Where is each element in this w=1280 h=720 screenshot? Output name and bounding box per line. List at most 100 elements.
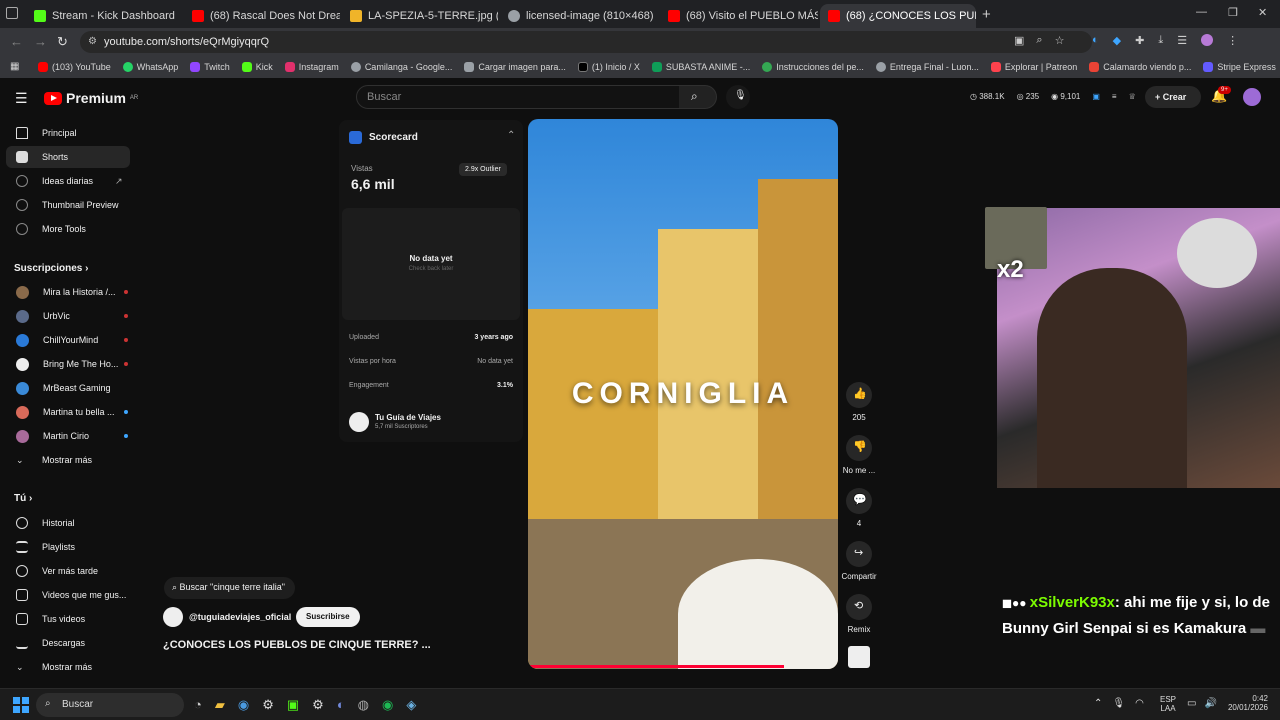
install-icon[interactable]: ▣ (1014, 34, 1024, 47)
close-icon[interactable]: ✕ (181, 10, 182, 23)
gear-icon[interactable]: ⚙ (312, 697, 324, 713)
discord-icon[interactable]: ◐ (337, 697, 345, 713)
vidiq-icon[interactable]: ▣ (1092, 92, 1100, 101)
extension-icon[interactable]: ◆ (1113, 34, 1121, 47)
task-view-icon[interactable]: ◔ (194, 697, 202, 713)
share-button[interactable]: ↪ (846, 541, 872, 567)
language-indicator[interactable]: ESP LAA (1160, 695, 1176, 713)
reload-button[interactable]: ↻ (57, 34, 68, 50)
sidebar-sub-urbvic[interactable]: UrbVic (6, 305, 130, 327)
sidebar-sub-martina[interactable]: Martina tu bella ... (6, 401, 130, 423)
tab-conoces-pueblos[interactable]: (68) ¿CONOCES LOS PUEBL🔊✕ (820, 4, 976, 28)
sidebar-sub-bring-me-the-horizon[interactable]: Bring Me The Ho... (6, 353, 130, 375)
spotify-icon[interactable]: ◉ (382, 697, 393, 713)
extension-icon[interactable]: ◐ (1092, 34, 1099, 47)
like-button[interactable]: 👍 (846, 382, 872, 408)
maximize-button[interactable]: ❐ (1228, 6, 1238, 19)
site-info-icon[interactable]: ⚙ (88, 36, 97, 47)
voice-search-button[interactable]: 🎙 (726, 85, 750, 109)
short-title[interactable]: ¿CONOCES LOS PUEBLOS DE CINQUE TERRE? ..… (163, 639, 431, 651)
address-bar[interactable]: ⚙ youtube.com/shorts/eQrMgiyqqrQ (80, 31, 1092, 53)
zoom-icon[interactable]: ⌕ (1036, 34, 1042, 47)
sidebar-show-more-you[interactable]: ⌄ Mostrar más (6, 656, 130, 678)
tab-kick-dashboard[interactable]: Stream - Kick Dashboard✕ (26, 4, 182, 28)
sidebar-item-liked-videos[interactable]: Videos que me gus... (6, 584, 130, 606)
apps-icon[interactable]: ▦ (10, 61, 19, 72)
channel-name[interactable]: Tu Guía de Viajes (375, 413, 441, 422)
download-icon[interactable]: ⤓ (1158, 34, 1163, 47)
progress-bar[interactable] (528, 665, 784, 668)
sidebar-item-thumbnail-preview[interactable]: Thumbnail Preview (6, 194, 130, 216)
mic-icon[interactable]: 🎙 (1112, 698, 1125, 709)
sidebar-item-playlists[interactable]: Playlists (6, 536, 130, 558)
bookmark-kick[interactable]: Kick (241, 62, 273, 72)
sidebar-sub-mrbeast-gaming[interactable]: MrBeast Gaming (6, 377, 130, 399)
channel-handle[interactable]: @tuguiadeviajes_oficial (189, 612, 291, 622)
account-avatar[interactable] (1243, 88, 1261, 106)
search-button[interactable]: ⌕ (679, 85, 717, 109)
chevron-up-icon[interactable]: ⌃ (1094, 698, 1102, 709)
tab-search-icon[interactable] (6, 7, 18, 19)
bookmark-stripe[interactable]: Stripe Express (1203, 62, 1276, 72)
bookmark-x[interactable]: (1) Inicio / X (577, 62, 640, 72)
subscribe-button[interactable]: Suscribirse (296, 607, 360, 627)
star-icon[interactable]: ☆ (1055, 34, 1065, 47)
settings-icon[interactable]: ⚙ (262, 697, 274, 713)
sidebar-item-more-tools[interactable]: More Tools (6, 218, 130, 240)
steam-icon[interactable]: ◈ (406, 697, 416, 713)
bookmark-entrega-final[interactable]: Entrega Final - Luon... (875, 62, 979, 72)
trophy-icon[interactable]: ♕ (1129, 92, 1136, 101)
windows-start-icon[interactable] (13, 697, 29, 713)
back-button[interactable]: ← (10, 34, 23, 49)
tab-visito-pueblo[interactable]: (68) Visito el PUEBLO MÁS HER✕ (660, 4, 818, 28)
sidebar-sub-chillyourmind[interactable]: ChillYourMind (6, 329, 130, 351)
minimize-button[interactable]: — (1196, 6, 1207, 18)
bookmark-calamardo[interactable]: Calamardo viendo p... (1089, 62, 1191, 72)
chrome-icon[interactable]: ◉ (238, 697, 249, 713)
taskbar-search[interactable]: ⌕ Buscar (36, 693, 184, 717)
comment-button[interactable]: 💬 (846, 488, 872, 514)
new-tab-button[interactable]: + (982, 6, 991, 23)
bookmark-camilanga[interactable]: Camilanga - Google... (350, 62, 452, 72)
sidebar-item-ver-mas-tarde[interactable]: Ver más tarde (6, 560, 130, 582)
tab-rascal[interactable]: (68) Rascal Does Not Dream of✕ (184, 4, 340, 28)
subscriptions-heading[interactable]: Suscripciones › (14, 263, 88, 274)
remix-button[interactable]: ⟲ (846, 594, 872, 620)
channel-avatar[interactable] (349, 412, 369, 432)
sidebar-item-ideas-diarias[interactable]: Ideas diarias ↗ (6, 170, 130, 192)
tab-la-spezia[interactable]: LA-SPEZIA-5-TERRE.jpg (1024×✕ (342, 4, 498, 28)
tab-licensed-image[interactable]: licensed-image (810×468)✕ (500, 4, 658, 28)
sidebar-item-shorts[interactable]: Shorts (6, 146, 130, 168)
chevron-up-icon[interactable]: ⌃ (507, 130, 515, 141)
you-heading[interactable]: Tú › (14, 493, 32, 504)
sidebar-show-more-subs[interactable]: ⌄ Mostrar más (6, 449, 130, 471)
forward-button[interactable]: → (34, 34, 47, 49)
channel-avatar[interactable] (163, 607, 183, 627)
bookmark-instagram[interactable]: Instagram (284, 62, 339, 72)
bookmark-cargar-imagen[interactable]: Cargar imagen para... (464, 62, 566, 72)
hamburger-menu-icon[interactable]: ☰ (15, 90, 28, 107)
menu-icon[interactable]: ⋮ (1227, 34, 1238, 47)
obs-icon[interactable]: ▣ (287, 697, 299, 713)
search-suggestion-chip[interactable]: ⌕ Buscar "cinque terre italia" (164, 577, 295, 599)
extensions-puzzle-icon[interactable]: ✚ (1135, 34, 1144, 47)
bookmark-whatsapp[interactable]: WhatsApp (122, 62, 178, 72)
search-input[interactable]: Buscar (356, 85, 680, 109)
file-explorer-icon[interactable]: ▰ (215, 697, 225, 713)
bookmark-instrucciones[interactable]: Instrucciones del pe... (762, 62, 864, 72)
short-video-player[interactable]: CORNIGLIA (528, 119, 838, 669)
close-window-button[interactable]: ✕ (1258, 6, 1267, 19)
sidebar-item-tus-videos[interactable]: Tus videos (6, 608, 130, 630)
status-icons[interactable]: ▭ 🔊 (1187, 698, 1217, 709)
bookmark-subasta[interactable]: SUBASTA ANIME -... (651, 62, 750, 72)
reading-list-icon[interactable]: ☰ (1177, 34, 1187, 47)
clock[interactable]: 0:42 20/01/2026 (1222, 694, 1268, 712)
bookmark-youtube[interactable]: (103) YouTube (38, 62, 111, 72)
sidebar-sub-mira-la-historia[interactable]: Mira la Historia /... (6, 281, 130, 303)
sidebar-item-principal[interactable]: Principal (6, 122, 130, 144)
bookmark-twitch[interactable]: Twitch (190, 62, 230, 72)
sidebar-item-historial[interactable]: Historial (6, 512, 130, 534)
sidebar-sub-martin-cirio[interactable]: Martin Cirio (6, 425, 130, 447)
sound-thumbnail[interactable] (848, 646, 870, 668)
create-button[interactable]: + Crear (1145, 86, 1201, 108)
